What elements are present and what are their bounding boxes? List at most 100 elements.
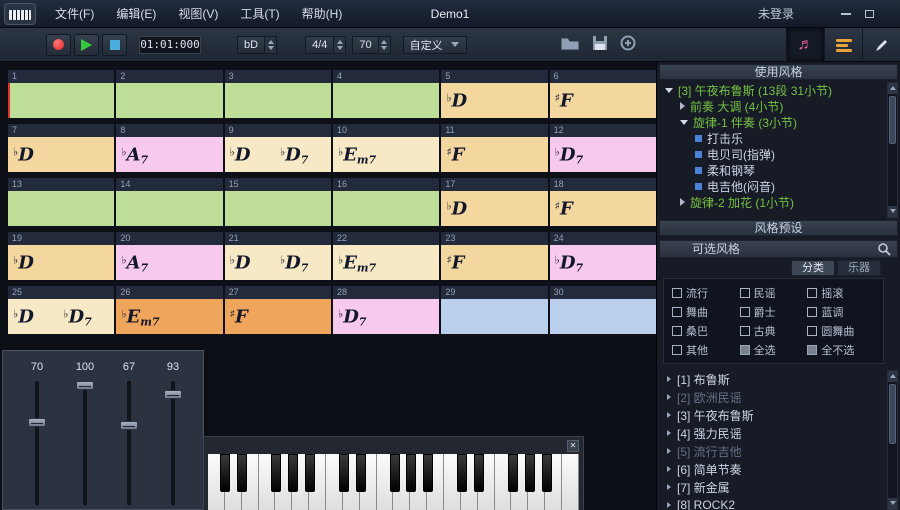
measure-body[interactable]: ♯F — [224, 299, 331, 334]
measure-body[interactable] — [224, 83, 331, 118]
measure-body[interactable]: ♭D — [8, 137, 115, 172]
measure-body[interactable] — [8, 83, 115, 118]
measure-body[interactable] — [549, 299, 656, 334]
tree-item[interactable]: 柔和钢琴 — [659, 162, 885, 178]
filter-item[interactable]: 摇滚 — [807, 285, 875, 301]
list-scrollbar[interactable] — [887, 370, 898, 510]
open-folder-button[interactable] — [560, 35, 580, 56]
measure-body[interactable]: ♭Em7 — [332, 245, 440, 280]
filter-item[interactable]: 流行 — [672, 285, 740, 301]
piano-black-key[interactable] — [457, 454, 468, 492]
piano-black-key[interactable] — [474, 454, 485, 492]
piano-white-key[interactable] — [562, 454, 579, 510]
piano-black-key[interactable] — [236, 454, 247, 492]
slider-handle[interactable] — [76, 381, 94, 390]
measure-body[interactable] — [8, 191, 115, 226]
measure-body[interactable]: ♭D — [441, 83, 548, 118]
checkbox-icon[interactable] — [807, 325, 818, 336]
measure-body[interactable]: ♭D — [441, 191, 548, 226]
checkbox-icon[interactable] — [739, 344, 750, 355]
scrollbar-thumb[interactable] — [889, 96, 896, 144]
tree-item[interactable]: 旋律-1 伴奏 (3小节) — [659, 114, 885, 130]
measure-body[interactable]: ♯F — [441, 137, 548, 172]
piano-black-key[interactable] — [389, 454, 400, 492]
save-button[interactable] — [592, 35, 608, 56]
piano-black-key[interactable] — [355, 454, 366, 492]
spinner-icon[interactable] — [377, 36, 390, 53]
tree-item[interactable]: 电贝司(指弹) — [659, 146, 885, 162]
filter-item[interactable]: 全选 — [739, 342, 808, 358]
measure-body[interactable]: ♭D7 — [332, 299, 440, 334]
search-icon[interactable] — [877, 242, 891, 256]
menu-item-0[interactable]: 文件(F) — [44, 0, 105, 28]
piano-black-key[interactable] — [406, 454, 417, 492]
filter-item[interactable]: 圆舞曲 — [807, 323, 875, 339]
export-button[interactable] — [620, 35, 636, 56]
menu-item-1[interactable]: 编辑(E) — [105, 0, 167, 28]
filter-item[interactable]: 蓝调 — [807, 304, 875, 320]
piano-black-key[interactable] — [287, 454, 298, 492]
close-icon[interactable]: ✕ — [567, 440, 579, 452]
measure-body[interactable]: ♭D ♭D7 — [224, 137, 331, 172]
measure-body[interactable]: ♭D7 — [549, 245, 656, 280]
checkbox-icon[interactable] — [739, 306, 750, 317]
record-button[interactable] — [46, 33, 71, 56]
edit-panel-tab-button[interactable] — [862, 28, 900, 62]
stop-button[interactable] — [102, 33, 127, 56]
measure-body[interactable] — [116, 191, 223, 226]
style-mode-select[interactable]: 自定义 — [402, 35, 467, 54]
track-panel-tab-button[interactable] — [824, 28, 862, 62]
checkbox-icon[interactable] — [672, 287, 682, 298]
style-panel-tab-button[interactable]: ♬ — [786, 28, 824, 62]
measure-body[interactable]: ♭D ♭D7 — [224, 245, 331, 280]
checkbox-icon[interactable] — [807, 287, 818, 298]
measure-body[interactable]: ♭A7 — [116, 137, 223, 172]
measure-body[interactable] — [116, 83, 223, 118]
minimize-icon[interactable] — [841, 13, 851, 15]
measure-body[interactable]: ♭A7 — [116, 245, 223, 280]
checkbox-icon[interactable] — [739, 325, 750, 336]
key-select[interactable]: bD — [237, 35, 278, 54]
mixer-slider[interactable] — [171, 381, 175, 505]
scroll-up-icon[interactable] — [888, 83, 897, 94]
style-list-item[interactable]: [3] 午夜布鲁斯 — [659, 406, 885, 424]
piano-black-key[interactable] — [304, 454, 315, 492]
style-list-item[interactable]: [7] 新金属 — [659, 478, 885, 496]
piano-black-key[interactable] — [525, 454, 536, 492]
measure-body[interactable]: ♭D — [8, 245, 115, 280]
measure-body[interactable]: ♭Em7 — [116, 299, 223, 334]
tree-item[interactable]: 前奏 大调 (4小节) — [659, 98, 885, 114]
filter-item[interactable]: 民谣 — [739, 285, 808, 301]
checkbox-icon[interactable] — [807, 344, 818, 355]
measure-body[interactable] — [332, 191, 440, 226]
mixer-slider[interactable] — [127, 381, 131, 505]
tab-instrument[interactable]: 乐器 — [837, 260, 881, 276]
measure-body[interactable] — [332, 83, 440, 118]
measure-body[interactable]: ♯F — [549, 83, 656, 118]
time-signature-select[interactable]: 4/4 — [305, 35, 347, 54]
style-list-item[interactable]: [1] 布鲁斯 — [659, 370, 885, 388]
style-list-item[interactable]: [5] 流行吉他 — [659, 442, 885, 460]
style-list-item[interactable]: [4] 强力民谣 — [659, 424, 885, 442]
checkbox-icon[interactable] — [807, 306, 818, 317]
mixer-slider[interactable] — [35, 381, 39, 505]
measure-body[interactable]: ♭D ♭D7 — [8, 299, 115, 334]
piano-black-key[interactable] — [508, 454, 519, 492]
measure-body[interactable] — [441, 299, 548, 334]
slider-handle[interactable] — [120, 421, 138, 431]
filter-item[interactable]: 古典 — [739, 323, 808, 339]
tree-scrollbar[interactable] — [887, 82, 898, 218]
spinner-icon[interactable] — [264, 36, 277, 53]
style-list-item[interactable]: [8] ROCK2 — [659, 496, 885, 510]
tree-item[interactable]: 打击乐 — [659, 130, 885, 146]
menu-item-3[interactable]: 工具(T) — [229, 0, 290, 28]
filter-item[interactable]: 全不选 — [807, 342, 875, 358]
menu-item-4[interactable]: 帮助(H) — [291, 0, 354, 28]
checkbox-icon[interactable] — [672, 344, 682, 355]
measure-body[interactable]: ♭D7 — [549, 137, 656, 172]
scroll-up-icon[interactable] — [888, 371, 897, 382]
tree-item[interactable]: 电吉他(闷音) — [659, 178, 885, 194]
piano-black-key[interactable] — [423, 454, 434, 492]
measure-body[interactable] — [224, 191, 331, 226]
filter-item[interactable]: 桑巴 — [672, 323, 740, 339]
